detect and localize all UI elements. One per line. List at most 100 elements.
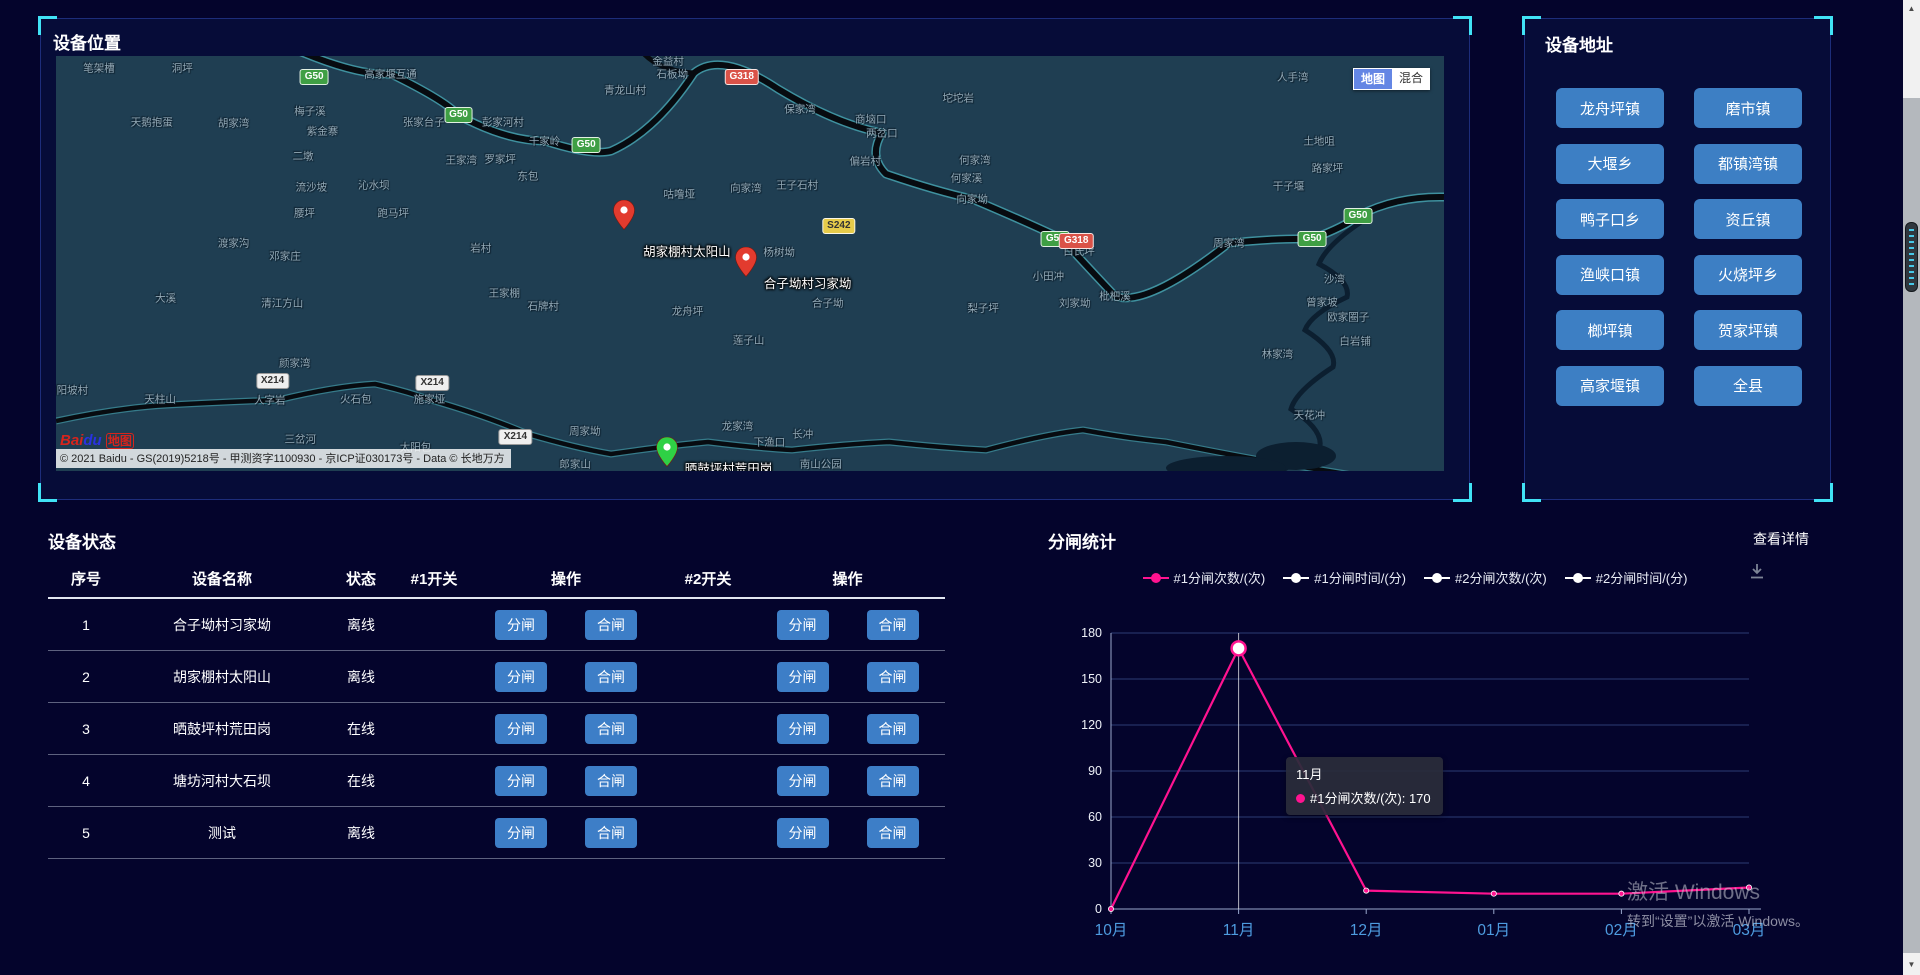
scrollbar-thumb[interactable] <box>1905 222 1918 292</box>
switch2-operations: 分闸 合闸 <box>750 714 945 744</box>
map-place-label: 青龙山村 <box>604 83 646 98</box>
watermark-line1: 激活 Windows <box>1627 876 1809 906</box>
open-switch1-button[interactable]: 分闸 <box>495 766 547 796</box>
map-place-label: 千家岭 <box>529 133 561 148</box>
map-place-label: 清江方山 <box>261 296 303 311</box>
address-button-磨市镇[interactable]: 磨市镇 <box>1694 88 1802 128</box>
map-place-label: 三岔河 <box>285 432 317 447</box>
map-place-label: 保家湾 <box>784 101 816 116</box>
switch1-operations: 分闸 合闸 <box>466 818 666 848</box>
map-place-label: 合子坳 <box>812 296 844 311</box>
road-badge-G318: G318 <box>724 69 758 85</box>
address-button-火烧坪乡[interactable]: 火烧坪乡 <box>1694 255 1802 295</box>
road-badge-G50: G50 <box>1298 231 1327 247</box>
legend-item[interactable]: #2分闸次数/(次) <box>1424 568 1547 587</box>
open-switch2-button[interactable]: 分闸 <box>777 766 829 796</box>
close-switch2-button[interactable]: 合闸 <box>867 766 919 796</box>
device-name: 晒鼓坪村荒田岗 <box>124 719 320 739</box>
map-type-map-button[interactable]: 地图 <box>1353 68 1392 90</box>
row-index: 1 <box>48 617 124 633</box>
open-switch2-button[interactable]: 分闸 <box>777 610 829 640</box>
scrollbar-up-arrow[interactable]: ▲ <box>1903 0 1920 17</box>
address-button-高家堰镇[interactable]: 高家堰镇 <box>1556 366 1664 406</box>
panel-corner <box>38 483 57 502</box>
legend-item[interactable]: #2分闸时间/(分) <box>1565 568 1688 587</box>
svg-text:90: 90 <box>1088 764 1102 778</box>
map-place-label: 龙舟坪 <box>672 303 704 318</box>
map-place-label: 周家湾 <box>1213 236 1245 251</box>
address-button-资丘镇[interactable]: 资丘镇 <box>1694 199 1802 239</box>
device-location-panel: 设备位置 笔架槽洞坪高家堰互通天鹅抱蛋胡家湾梅子溪紫金寨二墩流沙坡沁水坝腰坪跑马… <box>40 18 1470 500</box>
open-switch1-button[interactable]: 分闸 <box>495 818 547 848</box>
address-button-榔坪镇[interactable]: 榔坪镇 <box>1556 310 1664 350</box>
address-button-渔峡口镇[interactable]: 渔峡口镇 <box>1556 255 1664 295</box>
device-location-title: 设备位置 <box>53 29 121 54</box>
map-type-hybrid-button[interactable]: 混合 <box>1392 68 1430 90</box>
close-switch1-button[interactable]: 合闸 <box>585 610 637 640</box>
map-place-label: 笔架槽 <box>83 61 115 76</box>
address-button-龙舟坪镇[interactable]: 龙舟坪镇 <box>1556 88 1664 128</box>
map-place-label: 火石包 <box>340 391 372 406</box>
address-button-鸭子口乡[interactable]: 鸭子口乡 <box>1556 199 1664 239</box>
map-place-label: 两岔口 <box>866 126 898 141</box>
close-switch2-button[interactable]: 合闸 <box>867 610 919 640</box>
map-place-label: 王家棚 <box>489 286 521 301</box>
svg-text:60: 60 <box>1088 810 1102 824</box>
svg-text:11月: 11月 <box>1223 922 1255 939</box>
legend-item[interactable]: #1分闸次数/(次) <box>1143 568 1266 587</box>
map-place-label: 杨树坳 <box>763 244 795 259</box>
address-button-贺家坪镇[interactable]: 贺家坪镇 <box>1694 310 1802 350</box>
map-place-label: 刘家坳 <box>1059 296 1091 311</box>
map-place-label: 洞坪 <box>172 61 193 76</box>
map-place-label: 东包 <box>517 168 538 183</box>
open-switch2-button[interactable]: 分闸 <box>777 714 829 744</box>
road-badge-G50: G50 <box>1343 208 1372 224</box>
legend-item[interactable]: #1分闸时间/(分) <box>1283 568 1406 587</box>
open-switch1-button[interactable]: 分闸 <box>495 662 547 692</box>
close-switch2-button[interactable]: 合闸 <box>867 818 919 848</box>
scrollbar-track-top[interactable] <box>1903 17 1920 98</box>
map-place-label: 彭家河村 <box>482 114 524 129</box>
baidu-map[interactable]: 笔架槽洞坪高家堰互通天鹅抱蛋胡家湾梅子溪紫金寨二墩流沙坡沁水坝腰坪跑马坪渡家沟邓… <box>56 56 1444 471</box>
view-details-link[interactable]: 查看详情 <box>1753 529 1809 549</box>
open-switch1-button[interactable]: 分闸 <box>495 714 547 744</box>
baidu-logo: Baidu 地图 <box>60 432 134 449</box>
close-switch2-button[interactable]: 合闸 <box>867 714 919 744</box>
map-pin-icon[interactable] <box>656 437 678 467</box>
row-index: 2 <box>48 669 124 685</box>
map-place-label: 枇杷溪 <box>1099 288 1131 303</box>
map-pin-icon[interactable] <box>735 247 757 277</box>
open-switch2-button[interactable]: 分闸 <box>777 818 829 848</box>
close-switch1-button[interactable]: 合闸 <box>585 714 637 744</box>
road-badge-X214: X214 <box>415 375 448 391</box>
address-button-都镇湾镇[interactable]: 都镇湾镇 <box>1694 144 1802 184</box>
tooltip-value-text: #1分闸次数/(次): 170 <box>1310 791 1431 806</box>
device-status-title: 设备状态 <box>48 528 116 553</box>
map-marker-label: 胡家棚村太阳山 <box>643 241 731 260</box>
road-badge-G50: G50 <box>300 69 329 85</box>
address-button-全县[interactable]: 全县 <box>1694 366 1802 406</box>
map-marker-label: 晒鼓坪村荒田岗 <box>685 458 773 471</box>
map-place-label: 大溪 <box>155 291 176 306</box>
map-pin-icon[interactable] <box>613 200 635 230</box>
address-button-grid: 龙舟坪镇磨市镇大堰乡都镇湾镇鸭子口乡资丘镇渔峡口镇火烧坪乡榔坪镇贺家坪镇高家堰镇… <box>1556 88 1802 406</box>
chart-legend: #1分闸次数/(次) #1分闸时间/(分) #2分闸次数/(次) #2分闸时间/(分) <box>1070 568 1760 587</box>
map-place-label: 郎家山 <box>559 456 591 471</box>
close-switch1-button[interactable]: 合闸 <box>585 818 637 848</box>
map-place-label: 偏岩村 <box>849 154 881 169</box>
close-switch1-button[interactable]: 合闸 <box>585 766 637 796</box>
legend-line-dot-icon <box>1283 572 1309 584</box>
map-place-label: 邓家庄 <box>269 248 301 263</box>
close-switch2-button[interactable]: 合闸 <box>867 662 919 692</box>
switch2-operations: 分闸 合闸 <box>750 662 945 692</box>
svg-text:120: 120 <box>1081 718 1102 732</box>
window-scrollbar[interactable]: ▲ ▼ <box>1903 0 1920 975</box>
open-switch1-button[interactable]: 分闸 <box>495 610 547 640</box>
scrollbar-down-arrow[interactable]: ▼ <box>1903 953 1920 975</box>
address-button-大堰乡[interactable]: 大堰乡 <box>1556 144 1664 184</box>
close-switch1-button[interactable]: 合闸 <box>585 662 637 692</box>
legend-line-dot-icon <box>1143 572 1169 584</box>
column-header: #1开关 <box>402 568 466 589</box>
open-switch2-button[interactable]: 分闸 <box>777 662 829 692</box>
table-header-row: 序号设备名称状态#1开关操作#2开关操作 <box>48 560 945 599</box>
